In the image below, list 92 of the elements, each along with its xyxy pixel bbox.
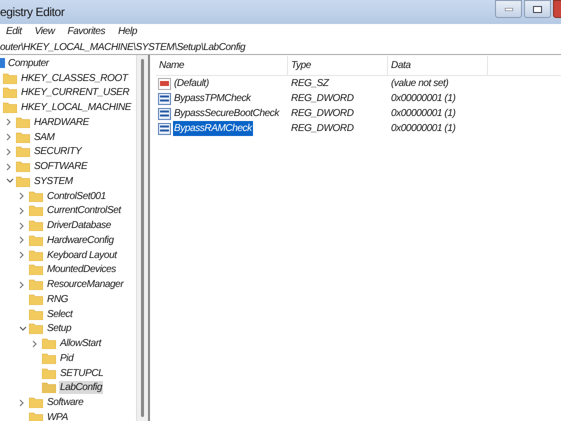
folder-icon — [3, 102, 17, 114]
tree-item[interactable]: SAM — [33, 130, 56, 144]
menu-item[interactable]: View — [34, 24, 55, 38]
tree-item[interactable]: HKEY_CURRENT_USER — [20, 86, 130, 100]
tree-item[interactable]: LabConfig — [59, 381, 103, 394]
tree-item[interactable]: RNG — [46, 292, 70, 306]
tree-item[interactable]: Pid — [59, 352, 74, 365]
restore-icon — [533, 6, 542, 12]
string-value-icon — [158, 78, 171, 90]
tree-item[interactable]: Computer — [8, 56, 49, 71]
table-cell-text: 0x00000001 (1) — [390, 122, 456, 136]
folder-icon — [16, 146, 30, 158]
chevron-right-icon[interactable] — [6, 118, 12, 126]
tree-item[interactable]: HKEY_CLASSES_ROOT — [20, 72, 129, 85]
tree-item[interactable]: Select — [46, 308, 74, 321]
value-name[interactable]: BypassTPMCheck — [173, 91, 252, 106]
tree-item[interactable]: ResourceManager — [46, 278, 124, 292]
minimize-icon — [504, 8, 512, 10]
menu-item[interactable]: Help — [118, 24, 138, 38]
tree-item[interactable]: HARDWARE — [33, 116, 90, 129]
folder-icon — [29, 323, 43, 334]
menu-item[interactable]: Edit — [6, 24, 22, 38]
tree-item[interactable]: SECURITY — [33, 145, 82, 158]
scrollbar[interactable] — [136, 55, 148, 421]
chevron-right-icon[interactable] — [19, 398, 25, 407]
tree-item[interactable]: AllowStart — [59, 337, 102, 350]
chevron-right-icon[interactable] — [6, 133, 12, 142]
tree-item[interactable]: Setup — [46, 322, 72, 336]
chevron-down-icon[interactable] — [6, 178, 14, 184]
chevron-right-icon[interactable] — [19, 251, 25, 260]
tree-item[interactable]: HKEY_LOCAL_MACHINE — [20, 101, 132, 114]
chevron-right-icon[interactable] — [6, 148, 12, 156]
binary-value-icon — [158, 122, 171, 134]
folder-icon — [29, 250, 43, 261]
chevron-down-icon[interactable] — [19, 326, 27, 332]
value-name[interactable]: BypassRAMCheck — [173, 121, 253, 136]
folder-icon — [29, 220, 43, 232]
folder-icon — [3, 72, 17, 84]
folder-icon — [29, 397, 43, 408]
table-cell-text: (value not set) — [390, 77, 450, 91]
tree-item[interactable]: Software — [46, 396, 84, 410]
table-cell-text: REG_SZ — [290, 77, 330, 91]
column-header[interactable]: Name — [156, 56, 288, 75]
column-header[interactable]: Type — [288, 56, 388, 75]
folder-icon — [29, 279, 43, 290]
binary-value-icon — [158, 108, 171, 120]
folder-icon — [29, 264, 43, 276]
folder-icon — [16, 176, 30, 187]
tree-item[interactable]: CurrentControlSet — [46, 204, 122, 218]
folder-icon — [16, 161, 30, 172]
maximize-button[interactable] — [524, 0, 551, 18]
folder-icon — [3, 87, 17, 98]
folder-icon — [29, 294, 43, 305]
folder-icon — [29, 308, 43, 320]
folder-icon — [29, 412, 43, 421]
folder-icon — [29, 205, 43, 216]
chevron-right-icon[interactable] — [6, 162, 12, 171]
tree-item[interactable]: MountedDevices — [46, 263, 117, 276]
tree-item[interactable]: Keyboard Layout — [46, 248, 118, 262]
folder-icon — [29, 190, 43, 202]
tree-item[interactable]: SYSTEM — [33, 174, 74, 188]
folder-icon — [42, 338, 56, 350]
table-cell-text: REG_DWORD — [290, 92, 355, 106]
table-cell-text: REG_DWORD — [290, 107, 355, 121]
chevron-right-icon[interactable] — [19, 236, 25, 244]
chevron-right-icon[interactable] — [32, 340, 38, 348]
window-title: egistry Editor — [0, 4, 64, 21]
binary-value-icon — [158, 92, 171, 104]
folder-icon — [16, 132, 30, 143]
table-cell-text: REG_DWORD — [290, 122, 355, 136]
table-cell-text: 0x00000001 (1) — [390, 92, 456, 106]
chevron-right-icon[interactable] — [19, 280, 25, 289]
menu-item[interactable]: Favorites — [68, 24, 106, 38]
minimize-button[interactable] — [495, 0, 522, 18]
value-name[interactable]: BypassSecureBootCheck — [173, 106, 280, 121]
tree-item[interactable]: DriverDatabase — [46, 219, 112, 232]
chevron-right-icon[interactable] — [19, 192, 25, 200]
folder-icon — [29, 234, 43, 246]
folder-icon — [42, 352, 56, 364]
folder-icon — [42, 368, 56, 379]
table-cell-text: 0x00000001 (1) — [390, 107, 456, 121]
chevron-right-icon[interactable] — [19, 206, 25, 215]
tree-item[interactable]: SETUPCL — [59, 366, 104, 380]
tree-item[interactable]: ControlSet001 — [46, 190, 107, 203]
folder-icon — [16, 116, 30, 128]
tree-item[interactable]: HardwareConfig — [46, 234, 115, 247]
value-name[interactable]: (Default) — [173, 76, 210, 91]
column-header[interactable]: Data — [388, 56, 488, 75]
tree-item[interactable]: SOFTWARE — [33, 160, 88, 174]
folder-icon — [42, 382, 56, 394]
chevron-right-icon[interactable] — [19, 222, 25, 230]
tree-item[interactable]: WPA — [46, 410, 69, 421]
